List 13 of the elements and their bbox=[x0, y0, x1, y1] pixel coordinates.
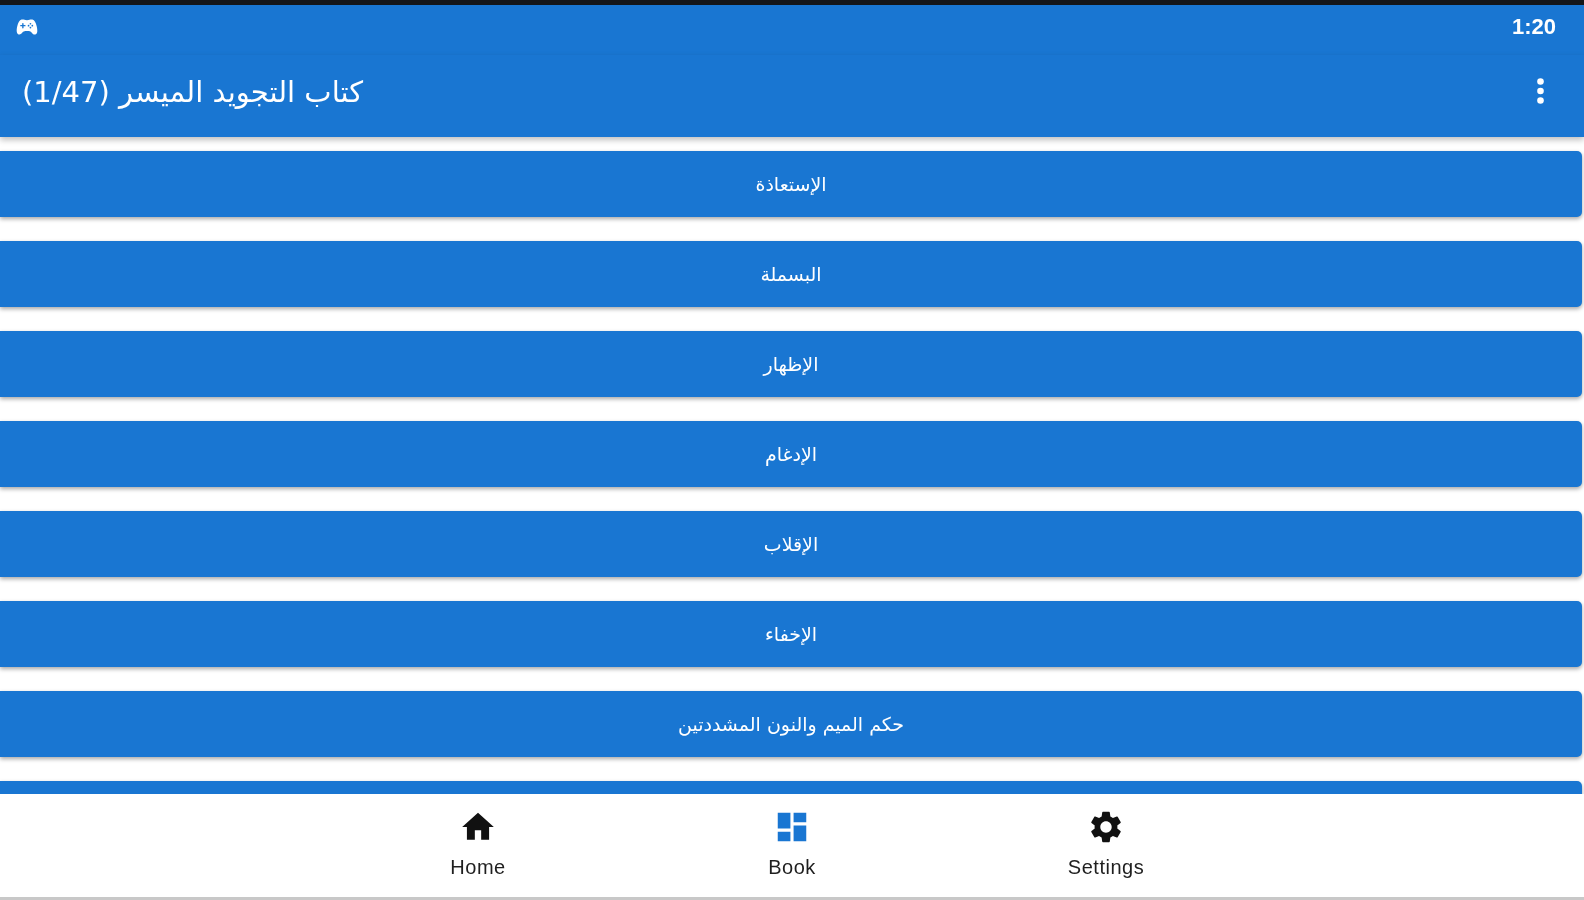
nav-tab[interactable]: Home bbox=[321, 794, 635, 897]
nav-tab[interactable]: Settings bbox=[949, 794, 1263, 897]
more-vertical-icon bbox=[1537, 78, 1544, 104]
chapter-item[interactable]: البسملة bbox=[0, 241, 1582, 307]
chapter-item[interactable]: حكم الميم والنون المشددتين bbox=[0, 691, 1582, 757]
chapter-item[interactable]: الإخفاء bbox=[0, 601, 1582, 667]
nav-tab[interactable]: Book bbox=[635, 794, 949, 897]
chapter-item[interactable]: الإستعاذة bbox=[0, 151, 1582, 217]
app-title: كتاب التجويد الميسر (1/47) bbox=[22, 75, 364, 109]
chapter-item[interactable]: الإقلاب bbox=[0, 511, 1582, 577]
status-time: 1:20 bbox=[1511, 14, 1556, 40]
chapter-item[interactable]: الإظهار bbox=[0, 331, 1582, 397]
chapter-item[interactable]: الإدغام bbox=[0, 421, 1582, 487]
